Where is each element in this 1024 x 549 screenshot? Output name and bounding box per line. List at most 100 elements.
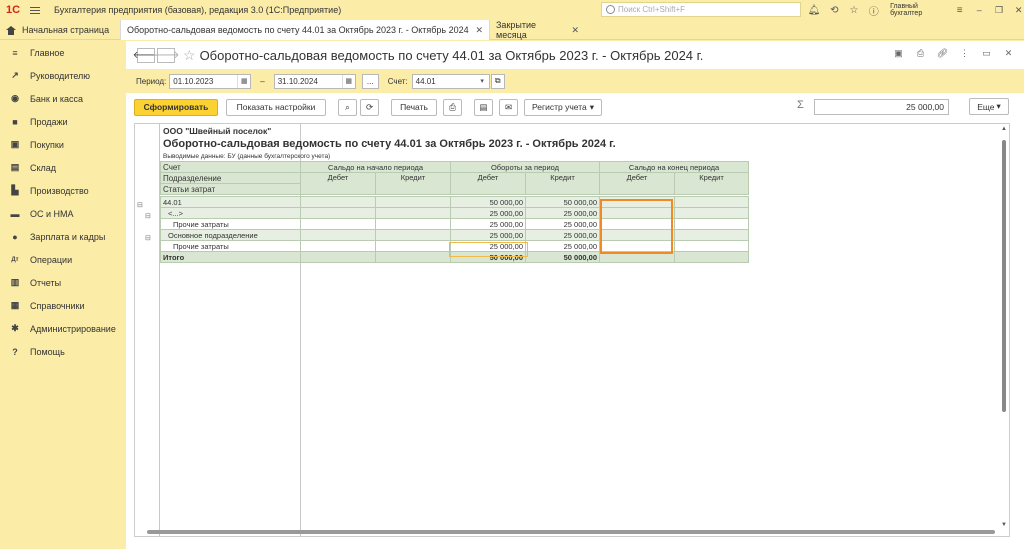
sidebar-item-warehouse[interactable]: ▤ Склад [0,156,126,179]
dropdown-arrow-icon[interactable]: ▾ [476,75,489,88]
total-label: Итого [160,251,301,263]
factory-icon: ▙ [11,185,19,195]
app-logo: 1С [5,4,21,16]
sidebar-item-assets[interactable]: ▬ ОС и НМА [0,202,126,225]
close-window-button[interactable]: ✕ [1013,5,1024,16]
report-title: Оборотно-сальдовая ведомость по счету 44… [163,138,616,150]
warehouse-icon: ▤ [10,162,20,172]
scroll-thumb[interactable] [147,530,995,534]
sidebar-item-catalogs[interactable]: ▦ Справочники [0,294,126,317]
coin-icon: ◉ [11,93,19,103]
period-select-button[interactable]: ... [361,73,379,89]
date-from-value: 01.10.2023 [173,76,214,86]
search-input[interactable]: Поиск Ctrl+Shift+F [601,2,801,17]
header-account: Счет [160,161,301,173]
save-file-icon[interactable]: ▤ [474,98,493,116]
date-from-field[interactable]: 01.10.2023 ▦ [169,73,252,89]
sidebar-item-purchases[interactable]: ▣ Покупки [0,133,126,156]
close-icon[interactable]: ✕ [1003,48,1014,59]
calendar-icon[interactable]: ▦ [237,74,250,88]
sidebar-item-label: Продажи [30,116,68,127]
header-debit: Дебет [450,172,526,195]
calendar-icon[interactable]: ▦ [341,74,355,88]
sidebar-item-reports[interactable]: ▥ Отчеты [0,271,126,294]
user-name[interactable]: Главный бухгалтер [890,3,945,17]
collapse-icon[interactable]: ⊟ [145,234,151,242]
bell-icon[interactable]: 🔔︎ [808,4,821,16]
selection-sum-field[interactable]: 25 000,00 [814,99,949,115]
collapse-icon[interactable]: ⊟ [145,212,151,220]
sidebar-item-manager[interactable]: ↗ Руководителю [0,64,126,87]
app-title: Бухгалтерия предприятия (базовая), редак… [54,5,342,15]
tab-home-label: Начальная страница [22,25,110,35]
history-icon[interactable]: ⟲ [829,4,840,16]
sidebar-item-production[interactable]: ▙ Производство [0,179,126,202]
horizontal-scrollbar[interactable] [135,528,1001,536]
star-icon[interactable]: ☆ [849,4,860,16]
register-button[interactable]: Регистр учета ▾ [524,98,602,116]
search-placeholder: Поиск Ctrl+Shift+F [618,5,686,14]
sidebar-item-help[interactable]: ? Помощь [0,340,126,363]
minimize-button[interactable]: – [974,5,985,15]
trend-icon: ↗ [11,70,19,80]
sidebar-item-label: Отчеты [30,277,62,288]
sidebar-item-bank[interactable]: ◉ Банк и касса [0,87,126,110]
close-tab-icon[interactable]: ✕ [475,25,483,36]
find-icon[interactable]: ⌕ [338,98,357,116]
turnover-credit-cell: 25 000,00 [525,207,600,219]
print-icon[interactable]: ⎙ [915,48,926,59]
sidebar-item-sales[interactable]: ■ Продажи [0,110,126,133]
sidebar-item-admin[interactable]: ✱ Администрирование [0,317,126,340]
row-label: Основное подразделение [160,229,301,241]
tabs-bar: Начальная страница Оборотно-сальдовая ве… [0,20,1024,40]
menu-icon: ≡ [12,47,18,58]
more-button[interactable]: Еще ▾ [969,98,1009,115]
report-spreadsheet[interactable]: ООО "Швейный поселок" Оборотно-сальдовая… [134,123,1010,537]
email-icon[interactable]: ✉ [499,98,518,116]
close-tab-icon[interactable]: ✕ [571,25,579,36]
sidebar-item-label: Операции [30,254,73,265]
main-menu-icon[interactable] [30,0,46,20]
page-title: Оборотно-сальдовая ведомость по счету 44… [199,47,704,63]
header-cost-item: Статьи затрат [160,183,301,195]
date-to-field[interactable]: 31.10.2024 ▦ [273,73,356,89]
print-button[interactable]: Печать [391,98,437,116]
generate-button[interactable]: Сформировать [134,98,218,116]
open-account-icon[interactable]: ⧉ [490,73,505,89]
tab-month-closing[interactable]: Закрытие месяца ✕ [490,20,585,40]
scroll-up-icon[interactable]: ▲ [1001,126,1007,132]
maximize-button[interactable]: ❐ [994,5,1005,16]
tab-osv-report[interactable]: Оборотно-сальдовая ведомость по счету 44… [120,20,490,40]
turnover-debit-cell: 25 000,00 [450,229,526,241]
row-label: Прочие затраты [160,218,301,230]
link-icon[interactable]: 🔗︎ [937,48,948,59]
favorite-star-icon[interactable]: ☆ [183,47,196,64]
sidebar-item-operations[interactable]: Дт Операции [0,248,126,271]
organization-name: ООО "Швейный поселок" [163,126,272,136]
tab-home[interactable]: Начальная страница [0,20,120,40]
show-settings-button[interactable]: Показать настройки [226,98,326,116]
collapse-icon[interactable]: ⊟ [137,201,143,209]
settings-icon[interactable]: ≡ [954,4,965,16]
account-field[interactable]: 44.01 ▾ [411,73,490,89]
sidebar-item-label: Администрирование [30,323,116,334]
person-icon: ● [12,231,18,242]
turnover-debit-cell: 25 000,00 [450,207,526,219]
scroll-down-icon[interactable]: ▼ [1001,522,1007,528]
sidebar: ≡ Главное ↗ Руководителю ◉ Банк и касса ■ Пр… [0,41,126,549]
bag-icon: ■ [12,116,18,127]
expand-icon[interactable]: ▭ [981,48,992,59]
sidebar-item-salary[interactable]: ● Зарплата и кадры [0,225,126,248]
more-vertical-icon[interactable]: ⋮ [959,48,970,59]
sidebar-item-label: Производство [30,185,89,196]
vertical-scrollbar[interactable]: ▲ ▼ [1000,124,1009,536]
scroll-thumb[interactable] [1002,140,1006,412]
sidebar-item-main[interactable]: ≡ Главное [0,41,126,64]
info-icon[interactable]: ⓘ [868,4,879,18]
save-icon[interactable]: ▣ [893,48,904,59]
print-preview-icon[interactable]: ⎙ [443,98,462,116]
chevron-down-icon: ▾ [996,101,1001,111]
find-next-icon[interactable]: ⟳ [360,98,379,116]
forward-button[interactable]: 🡒 [153,47,179,63]
more-label: Еще [977,101,995,112]
